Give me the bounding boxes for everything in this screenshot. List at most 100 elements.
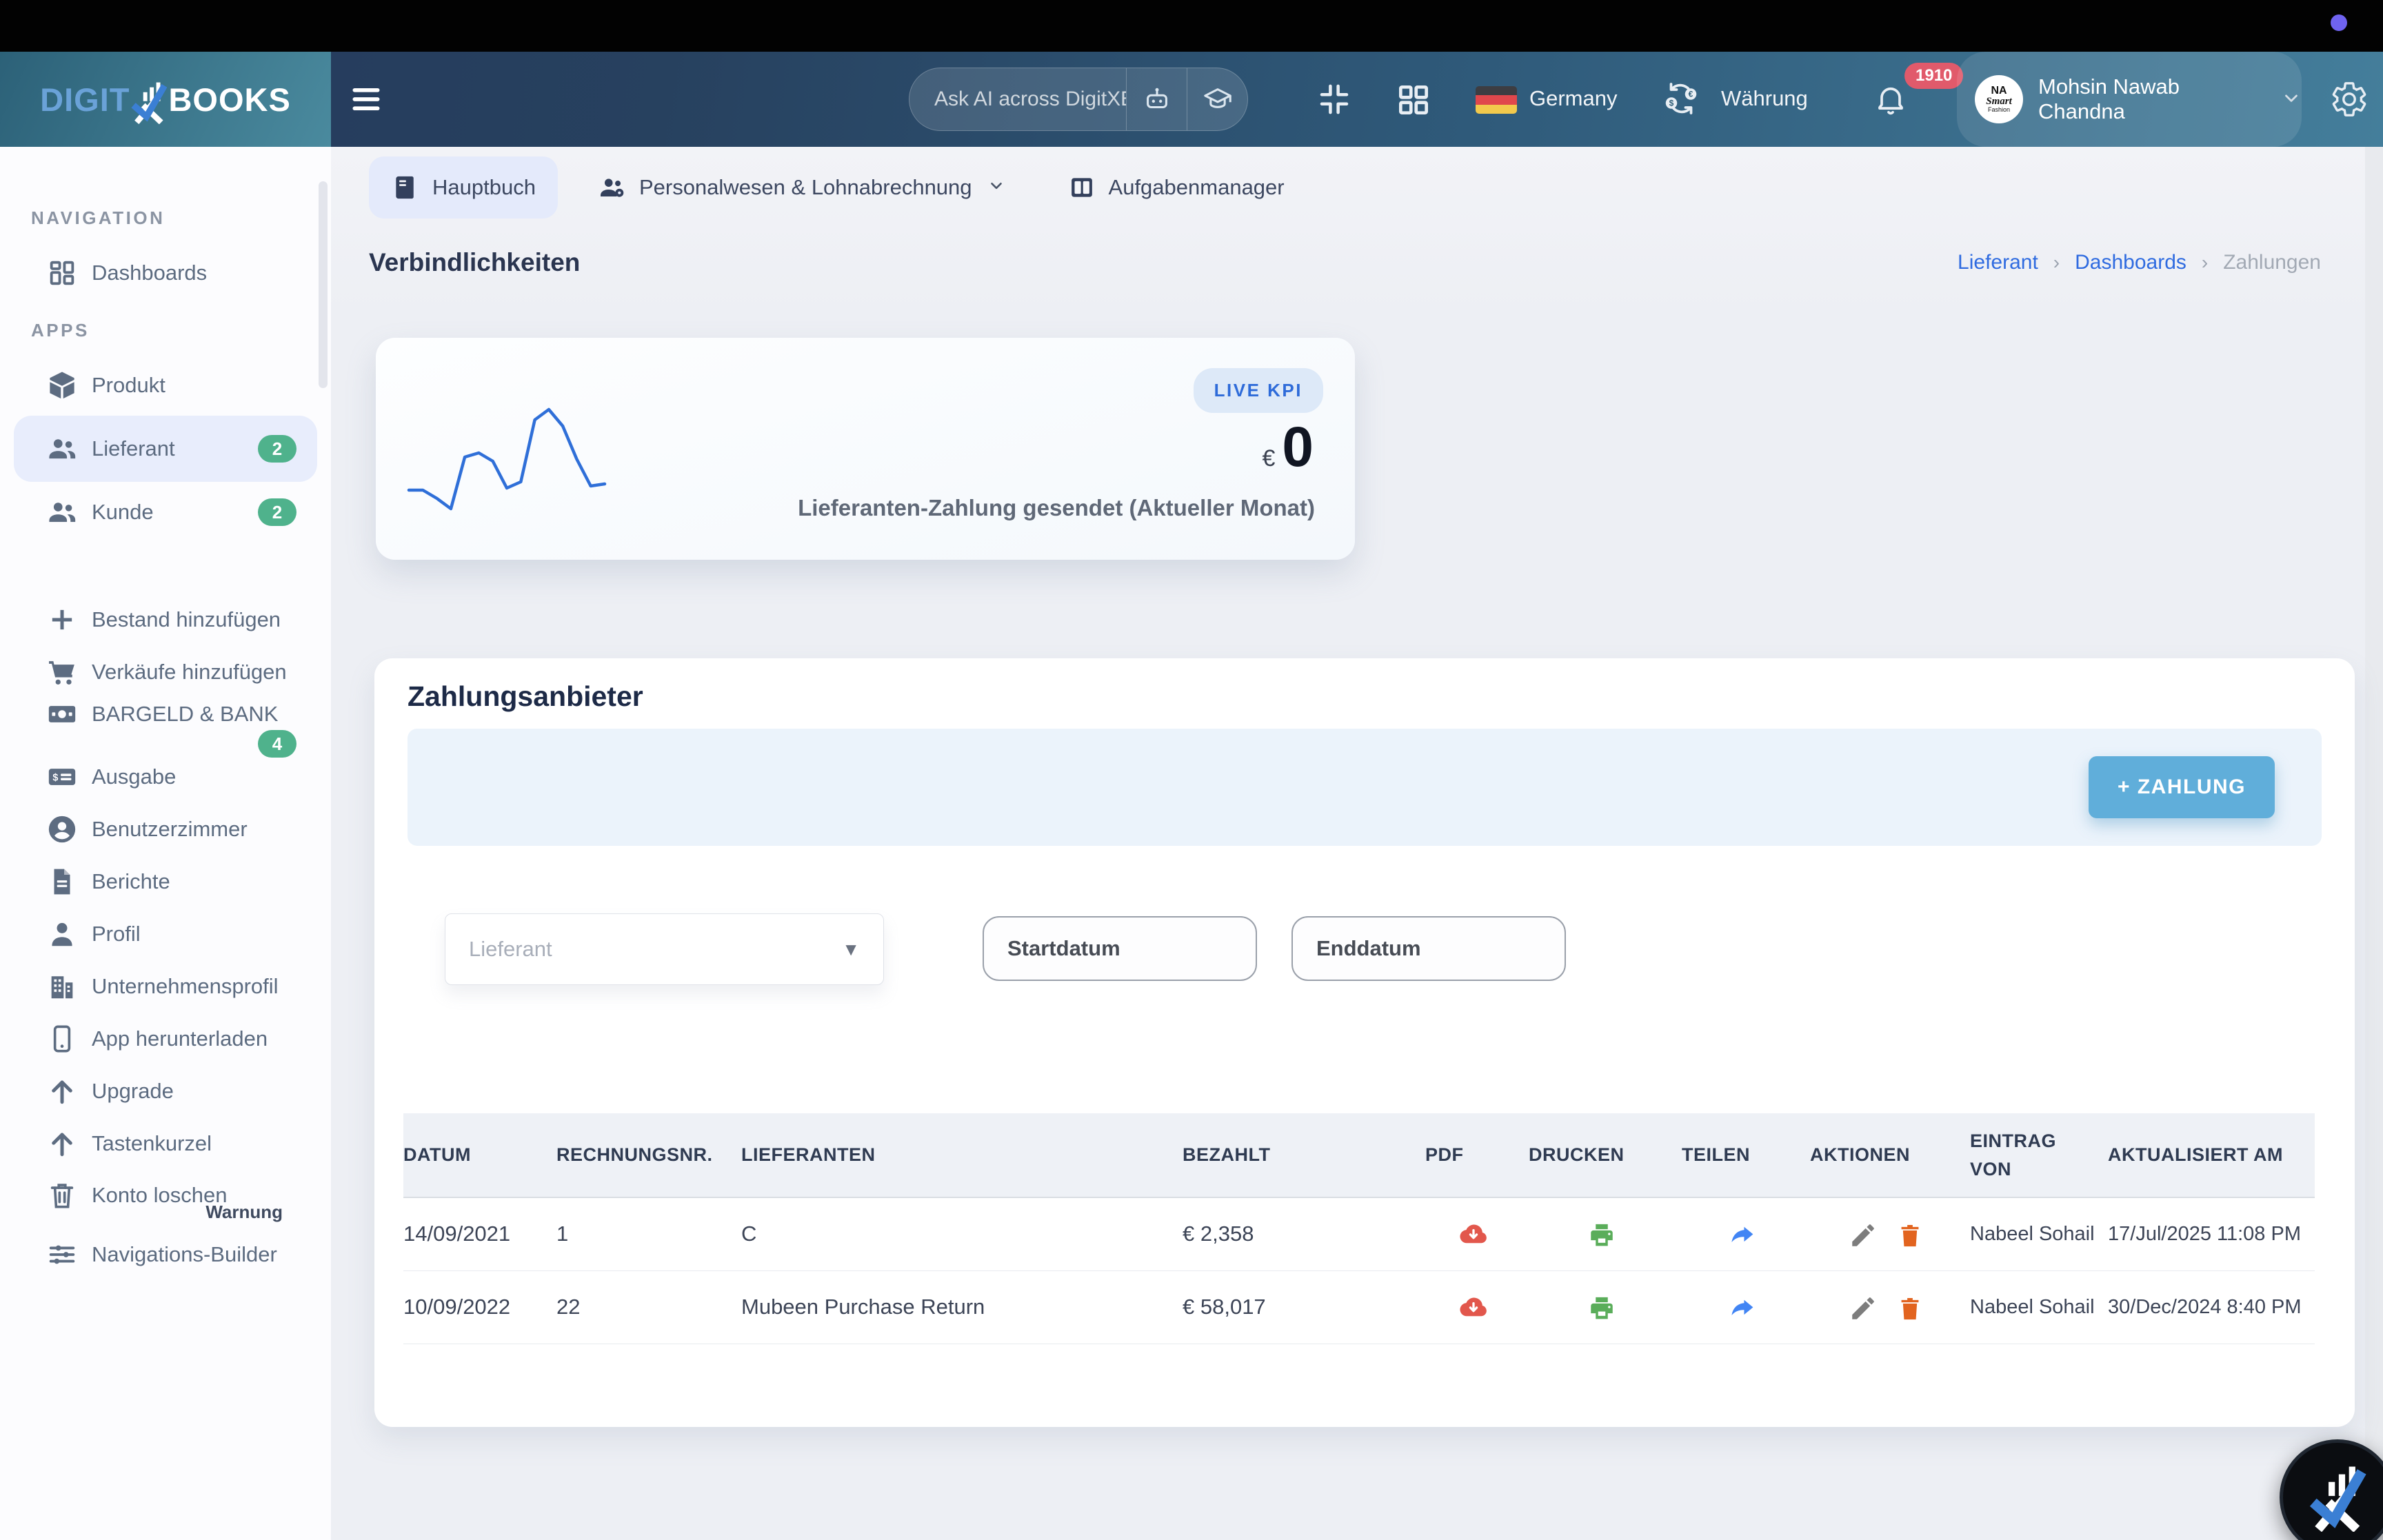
dashboard-icon <box>46 257 78 289</box>
pdf-download-icon[interactable] <box>1459 1294 1488 1323</box>
sidebar-item-upgrade[interactable]: Upgrade <box>14 1065 317 1117</box>
breadcrumb-dashboards[interactable]: Dashboards <box>2075 251 2186 274</box>
user-menu[interactable]: NA Smart Fashion Mohsin Nawab Chandna <box>1957 52 2302 147</box>
sidebar-scrollbar[interactable] <box>319 181 328 388</box>
cell-lieferanten: Mubeen Purchase Return <box>741 1294 985 1319</box>
sidebar-item-profil[interactable]: Profil <box>14 908 317 960</box>
end-date-input[interactable]: Enddatum <box>1291 916 1566 981</box>
task-manager-icon <box>1067 173 1096 202</box>
brand-floating-button[interactable] <box>2280 1439 2383 1540</box>
brand-logo[interactable]: DIGIT BOOKS <box>0 52 331 147</box>
pdf-download-icon[interactable] <box>1459 1221 1488 1250</box>
menu-hamburger-icon[interactable] <box>348 81 384 117</box>
sidebar-item-lieferant[interactable]: Lieferant 2 <box>14 416 317 482</box>
cell-bezahlt: € 58,017 <box>1183 1294 1266 1319</box>
sidebar-item-benutzerzimmer[interactable]: Benutzerzimmer <box>14 803 317 855</box>
chevron-down-icon <box>987 175 1005 200</box>
sidebar-item-berichte[interactable]: Berichte <box>14 855 317 908</box>
sidebar-item-ausgabe[interactable]: $ Ausgabe <box>14 751 317 803</box>
ai-robot-icon[interactable] <box>1126 68 1187 130</box>
column-header-teilen: TEILEN <box>1682 1144 1751 1166</box>
sidebar-item-app-herunterladen[interactable]: App herunterladen <box>14 1013 317 1065</box>
print-icon[interactable] <box>1587 1221 1616 1250</box>
sidebar-item-label: Profil <box>92 922 141 946</box>
tab-hauptbuch[interactable]: Hauptbuch <box>369 156 558 219</box>
cell-bezahlt: € 2,358 <box>1183 1222 1254 1246</box>
sidebar-item-label: App herunterladen <box>92 1026 268 1051</box>
supplier-select[interactable]: Lieferant ▼ <box>445 913 884 985</box>
share-icon[interactable] <box>1728 1221 1757 1250</box>
currency-exchange-icon[interactable]: $ € <box>1660 78 1702 119</box>
breadcrumb-lieferant[interactable]: Lieferant <box>1958 251 2038 274</box>
edit-icon[interactable] <box>1849 1294 1878 1323</box>
germany-flag-icon[interactable] <box>1476 86 1517 114</box>
sidebar-item-produkt[interactable]: Produkt <box>14 359 317 412</box>
shortcuts-icon <box>46 1128 78 1159</box>
cell-eintrag_von: Nabeel Sohail <box>1970 1223 2095 1246</box>
page-title: Verbindlichkeiten <box>369 248 581 276</box>
ai-search-bar[interactable] <box>909 68 1248 131</box>
filters-row: Lieferant ▼ Startdatum Enddatum <box>445 913 1566 985</box>
payment-providers-card: Zahlungsanbieter + ZAHLUNG Lieferant ▼ S… <box>374 658 2355 1427</box>
sidebar-item-label: Produkt <box>92 373 165 397</box>
country-label[interactable]: Germany <box>1529 86 1617 111</box>
add-payment-button[interactable]: + ZAHLUNG <box>2089 756 2275 818</box>
page-scrollbar-track[interactable] <box>2365 147 2383 1540</box>
start-date-input[interactable]: Startdatum <box>983 916 1257 981</box>
sidebar-item-label: Kunde <box>92 500 154 524</box>
notifications-bell-icon[interactable] <box>1873 82 1909 118</box>
cell-aktualisiert_am: 17/Jul/2025 11:08 PM <box>2108 1223 2301 1246</box>
tab-personalwesen--lohnabrechnung[interactable]: Personalwesen & Lohnabrechnung <box>576 156 1027 219</box>
sidebar-item-tastenkurzel[interactable]: Tastenkurzel <box>14 1117 317 1170</box>
sidebar-item-verkufe-hinzufgen[interactable]: Verkäufe hinzufügen <box>14 646 317 698</box>
count-badge: 2 <box>258 498 296 526</box>
learn-graduation-cap-icon[interactable] <box>1187 68 1247 130</box>
print-icon[interactable] <box>1587 1294 1616 1323</box>
sidebar-item-bestand-hinzufgen[interactable]: Bestand hinzufügen <box>14 594 317 646</box>
product-icon <box>46 369 78 401</box>
company-profile-icon <box>46 971 78 1002</box>
apps-grid-icon[interactable] <box>1394 81 1433 119</box>
collapse-screen-icon[interactable] <box>1316 81 1353 118</box>
brand-logo-text-books: BOOKS <box>168 81 291 118</box>
sidebar-item-label: Berichte <box>92 869 170 893</box>
sidebar-item-bargeld--bank[interactable]: BARGELD & BANK 4 <box>14 698 317 758</box>
kpi-sparkline-chart <box>407 407 607 511</box>
sidebar-item-unternehmensprofil[interactable]: Unternehmensprofil <box>14 960 317 1013</box>
settings-gear-icon[interactable] <box>2329 79 2369 119</box>
sidebar-item-konto-loschen[interactable]: Konto loschen Warnung <box>14 1170 317 1228</box>
cell-rechnungsnr: 22 <box>556 1294 581 1319</box>
brand-x-check-icon <box>131 80 168 125</box>
delete-icon[interactable] <box>1896 1294 1924 1323</box>
sidebar-item-dashboards[interactable]: Dashboards <box>14 247 317 299</box>
payments-table-wrap: DATUM RECHNUNGSNR. LIEFERANTEN BEZAHLT PDF DR… <box>403 1113 2324 1344</box>
nav-builder-icon <box>46 1239 78 1270</box>
cell-datum: 14/09/2021 <box>403 1222 511 1246</box>
sidebar-item-label: Lieferant <box>92 436 175 460</box>
sidebar-item-kunde[interactable]: Kunde 2 <box>14 486 317 538</box>
avatar-brand-line: Smart <box>1986 96 2012 107</box>
sidebar-item-label: Tastenkurzel <box>92 1131 212 1155</box>
sidebar-item-label: Dashboards <box>92 261 208 285</box>
tab-aufgabenmanager[interactable]: Aufgabenmanager <box>1045 156 1307 219</box>
status-indicator-dot <box>2331 14 2347 31</box>
currency-label[interactable]: Währung <box>1721 86 1808 111</box>
table-row: 14/09/2021 1 C € 2,358 Nabeel Sohail 17/Jul/2… <box>403 1197 2315 1271</box>
sidebar-item-label: Ausgabe <box>92 764 177 789</box>
titlebar: Verbindlichkeiten Lieferant › Dashboards › Z… <box>369 248 2321 277</box>
select-caret-icon: ▼ <box>842 938 860 960</box>
share-icon[interactable] <box>1728 1294 1757 1323</box>
sidebar: NAVIGATION Dashboards APPS Produkt Lieferant… <box>0 147 331 1540</box>
tab-label: Personalwesen & Lohnabrechnung <box>639 175 972 199</box>
column-header-rechnungsnr: RECHNUNGSNR. <box>556 1144 713 1166</box>
sidebar-item-navigations-builder[interactable]: Navigations-Builder <box>14 1228 317 1281</box>
warning-note: Warnung <box>205 1202 283 1222</box>
delete-icon[interactable] <box>1896 1221 1924 1250</box>
search-input[interactable] <box>909 68 1126 130</box>
column-header-pdf: PDF <box>1425 1144 1464 1166</box>
sidebar-item-label: Benutzerzimmer <box>92 817 248 841</box>
user-room-icon <box>46 813 78 845</box>
edit-icon[interactable] <box>1849 1221 1878 1250</box>
column-header-lieferanten: LIEFERANTEN <box>741 1144 876 1166</box>
kpi-card: LIVE KPI € 0 Lieferanten-Zahlung gesende… <box>376 338 1355 560</box>
